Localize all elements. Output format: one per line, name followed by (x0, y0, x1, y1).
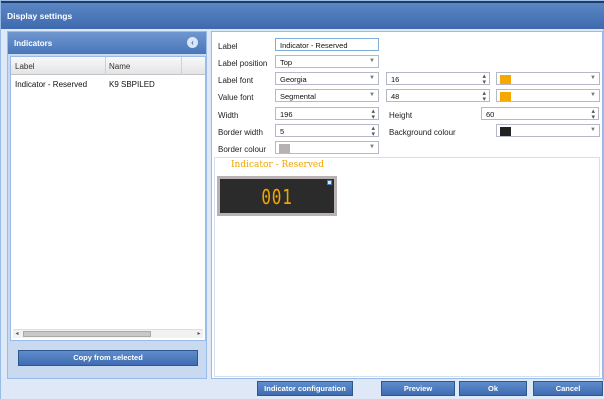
border-colour-label: Border colour (218, 145, 267, 154)
width-label: Width (218, 111, 239, 120)
width-input[interactable]: 196 ▴ ▾ (275, 107, 379, 121)
indicator-preview-area: Indicator - Reserved 001 (214, 157, 600, 377)
settings-badge-icon[interactable] (327, 180, 332, 185)
indicators-panel: Indicators ‹ Label Name Indicator - Rese… (7, 31, 207, 379)
display-settings-window: Display settings Indicators ‹ Label Name… (0, 0, 604, 399)
preview-indicator-label: Indicator - Reserved (231, 160, 325, 170)
value-font-label: Value font (218, 93, 254, 102)
scrollbar-thumb[interactable] (23, 331, 151, 337)
ok-button[interactable]: Ok (459, 381, 527, 396)
cancel-button[interactable]: Cancel (533, 381, 603, 396)
indicators-grid: Label Name Indicator - Reserved K9 SBPIL… (10, 56, 206, 341)
background-colour-label: Background colour (389, 128, 456, 137)
window-title: Display settings (1, 3, 604, 29)
indicators-panel-header: Indicators ‹ (8, 32, 206, 54)
chevron-down-icon[interactable]: ▼ (369, 58, 375, 64)
column-header-name[interactable]: Name (109, 62, 130, 71)
column-separator (105, 57, 106, 75)
label-font-select[interactable]: Georgia ▼ (275, 72, 379, 85)
width-value: 196 (280, 110, 293, 119)
label-font-label: Label font (218, 76, 254, 85)
chevron-down-icon[interactable]: ▼ (369, 92, 375, 98)
background-colour-picker[interactable]: ▼ (496, 124, 600, 137)
scroll-right-icon[interactable]: ▸ (195, 330, 203, 338)
row-name-cell: K9 SBPILED (109, 80, 155, 89)
table-row[interactable]: Indicator - Reserved K9 SBPILED (11, 75, 205, 93)
label-font-size-value: 16 (391, 75, 400, 84)
preview-button[interactable]: Preview (381, 381, 455, 396)
collapse-icon[interactable]: ‹ (187, 37, 198, 48)
up-down-icon[interactable]: ▴ ▾ (482, 90, 486, 103)
border-width-value: 5 (280, 127, 285, 136)
column-header-label[interactable]: Label (15, 62, 35, 71)
label-font-color-swatch (500, 75, 511, 84)
chevron-down-icon[interactable]: ▼ (369, 144, 375, 150)
label-position-label: Label position (218, 59, 268, 68)
label-font-value: Georgia (280, 75, 307, 84)
up-down-icon[interactable]: ▴ ▾ (482, 73, 486, 86)
chevron-down-icon[interactable]: ▼ (590, 92, 596, 98)
value-font-value: Segmental (280, 92, 316, 101)
copy-from-selected-button[interactable]: Copy from selected (18, 350, 198, 366)
up-down-icon[interactable]: ▴ ▾ (591, 108, 595, 121)
column-separator (181, 57, 182, 75)
up-down-icon[interactable]: ▴ ▾ (371, 108, 375, 121)
value-font-color-swatch (500, 92, 511, 101)
label-font-size-input[interactable]: 16 ▴ ▾ (386, 72, 490, 86)
indicators-panel-title: Indicators (14, 39, 53, 48)
label-input-value: Indicator - Reserved (280, 41, 348, 50)
label-field-label: Label (218, 42, 238, 51)
label-font-color-picker[interactable]: ▼ (496, 72, 600, 85)
border-colour-picker[interactable]: ▼ (275, 141, 379, 154)
settings-form: Label Indicator - Reserved Label positio… (211, 31, 603, 379)
chevron-down-icon[interactable]: ▼ (590, 127, 596, 133)
value-font-color-picker[interactable]: ▼ (496, 89, 600, 102)
grid-header: Label Name (11, 57, 205, 75)
border-colour-swatch (279, 144, 290, 153)
height-value: 60 (486, 110, 495, 119)
label-input[interactable]: Indicator - Reserved (275, 38, 379, 51)
chevron-down-icon[interactable]: ▼ (369, 75, 375, 81)
label-position-select[interactable]: Top ▼ (275, 55, 379, 68)
horizontal-scrollbar[interactable]: ◂ ▸ (13, 329, 203, 338)
value-font-select[interactable]: Segmental ▼ (275, 89, 379, 102)
height-label: Height (389, 111, 413, 120)
indicator-value: 001 (261, 185, 293, 209)
row-label-cell: Indicator - Reserved (15, 80, 88, 89)
button-bar: Indicator configuration Preview Ok Cance… (1, 381, 604, 399)
background-colour-swatch (500, 127, 511, 136)
border-width-label: Border width (218, 128, 263, 137)
height-input[interactable]: 60 ▴ ▾ (481, 107, 599, 121)
scroll-left-icon[interactable]: ◂ (13, 330, 21, 338)
indicator-widget[interactable]: 001 (217, 176, 337, 216)
value-font-size-input[interactable]: 48 ▴ ▾ (386, 89, 490, 103)
up-down-icon[interactable]: ▴ ▾ (371, 125, 375, 138)
value-font-size-value: 48 (391, 92, 400, 101)
border-width-input[interactable]: 5 ▴ ▾ (275, 124, 379, 138)
label-position-value: Top (280, 58, 293, 67)
chevron-down-icon[interactable]: ▼ (590, 75, 596, 81)
indicator-configuration-button[interactable]: Indicator configuration (257, 381, 353, 396)
